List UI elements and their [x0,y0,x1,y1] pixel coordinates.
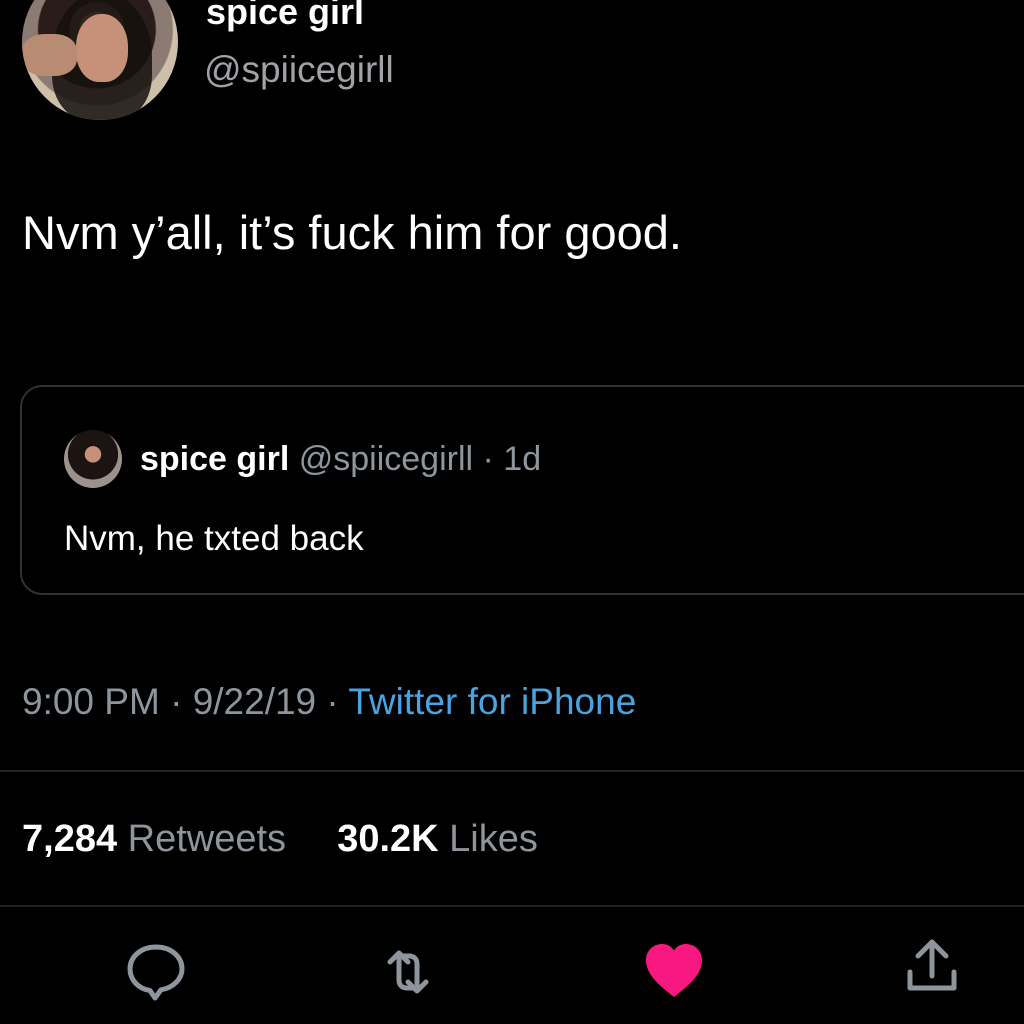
quoted-age: 1d [503,440,542,478]
quoted-tweet-meta: spice girl @spiicegirll · 1d [140,439,541,479]
avatar-face [76,14,128,82]
meta-separator-2: · [316,681,349,722]
avatar-arm [22,34,77,76]
quoted-tweet-text: Nvm, he txted back [64,519,364,558]
retweet-icon[interactable] [376,940,440,1004]
quoted-separator: · [473,440,504,478]
likes-stat[interactable]: 30.2K Likes [337,818,538,860]
tweet-text: Nvm y’all, it’s fuck him for good. [22,206,682,259]
author-avatar[interactable] [22,0,178,120]
quoted-author-name[interactable]: spice girl [140,440,289,478]
likes-count: 30.2K [337,818,439,860]
heart-icon-svg [646,944,702,997]
share-icon-svg [907,939,957,991]
tweet-meta-row: 9:00 PM · 9/22/19 · Twitter for iPhone [22,678,636,726]
engagement-stats: 7,284 Retweets 30.2K Likes [22,814,538,864]
share-icon[interactable] [900,934,964,998]
author-handle[interactable]: @spiicegirll [204,48,394,92]
quoted-author-avatar[interactable] [64,430,122,488]
retweets-stat[interactable]: 7,284 Retweets [22,818,297,860]
stats-divider [0,905,1024,907]
tweet-source-link[interactable]: Twitter for iPhone [348,681,636,722]
reply-icon[interactable] [124,940,188,1004]
reply-icon-svg [127,944,185,1001]
retweet-icon-svg [387,950,429,994]
retweets-label: Retweets [117,818,287,860]
quoted-tweet-card[interactable]: spice girl @spiicegirll · 1d Nvm, he txt… [20,385,1024,595]
heart-icon[interactable] [642,940,706,1004]
tweet-time: 9:00 PM [22,681,160,722]
retweets-count: 7,284 [22,818,118,860]
meta-divider [0,770,1024,772]
author-name[interactable]: spice girl [206,0,364,32]
tweet-date: 9/22/19 [192,681,317,722]
meta-separator-1: · [159,681,193,722]
quoted-author-handle[interactable]: @spiicegirll [299,440,473,478]
likes-label: Likes [438,818,538,860]
